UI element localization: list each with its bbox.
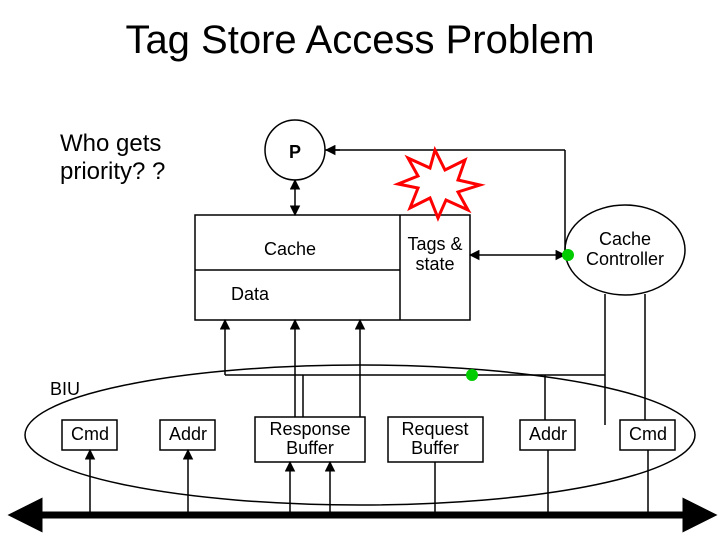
biu-label: BIU [50,379,80,399]
label-controller-l2: Controller [586,249,664,269]
label-controller-l1: Cache [599,229,651,249]
label-req-l2: Buffer [411,438,459,458]
label-resp-l2: Buffer [286,438,334,458]
label-addr-r: Addr [529,424,567,444]
label-req-l1: Request [401,419,468,439]
label-p: P [289,142,301,162]
label-cmd-l: Cmd [71,424,109,444]
dot-tags-controller [562,249,574,261]
conflict-starburst [398,150,480,218]
label-data: Data [231,284,270,304]
diagram-canvas: BIU Cache Data Tags & state P Cache Cont… [0,0,720,540]
label-cmd-r: Cmd [629,424,667,444]
dot-biu-junction [466,369,478,381]
label-addr-l: Addr [169,424,207,444]
label-resp-l1: Response [269,419,350,439]
label-tags-l2: state [415,254,454,274]
label-tags-l1: Tags & [407,234,462,254]
label-cache: Cache [264,239,316,259]
